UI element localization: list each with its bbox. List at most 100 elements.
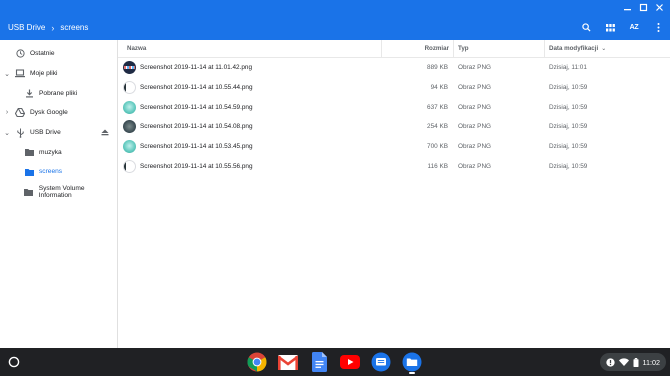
gmail-app[interactable] xyxy=(277,351,299,373)
file-type: Obraz PNG xyxy=(458,162,492,170)
sort-az-icon: AZ xyxy=(629,24,639,31)
sidebar-item-label: System Volume Information xyxy=(38,184,85,199)
sidebar-item-label: muzyka xyxy=(39,148,62,156)
file-date: Dzisiaj, 10:59 xyxy=(549,162,588,170)
chevron-right-icon[interactable]: › xyxy=(3,109,11,116)
breadcrumb-screens[interactable]: screens xyxy=(60,23,88,32)
sidebar-item-muzyka[interactable]: muzyka xyxy=(0,142,117,162)
chevron-right-icon: › xyxy=(51,22,55,33)
column-header-type[interactable]: Typ xyxy=(453,39,544,58)
toolbar: USB Drive › screens AZ xyxy=(0,15,670,40)
messages-icon xyxy=(371,352,391,372)
file-type: Obraz PNG xyxy=(458,143,492,151)
gmail-icon xyxy=(278,354,298,370)
launcher-button[interactable] xyxy=(7,355,21,369)
column-header-size[interactable]: Rozmiar xyxy=(381,39,453,58)
image-thumbnail xyxy=(123,120,136,134)
file-date: Dzisiaj, 11:01 xyxy=(549,64,587,72)
file-name: Screenshot 2019-11-14 at 10.54.59.png xyxy=(140,103,253,111)
file-size: 116 KB xyxy=(427,162,449,170)
file-type: Obraz PNG xyxy=(458,64,492,72)
image-thumbnail xyxy=(123,100,136,114)
table-row[interactable]: Screenshot 2019-11-14 at 10.55.44.png 94… xyxy=(118,78,670,98)
sidebar-item-screens[interactable]: screens xyxy=(0,162,117,182)
clock-icon xyxy=(15,49,25,59)
chevron-down-icon[interactable]: ⌄ xyxy=(3,70,11,78)
file-type: Obraz PNG xyxy=(458,84,492,92)
file-name: Screenshot 2019-11-14 at 10.55.44.png xyxy=(140,84,253,92)
close-button[interactable] xyxy=(652,1,666,15)
file-name: Screenshot 2019-11-14 at 10.55.56.png xyxy=(140,162,253,170)
launcher-icon xyxy=(8,356,20,368)
image-thumbnail xyxy=(123,159,136,173)
laptop-icon xyxy=(15,69,25,79)
more-options-button[interactable] xyxy=(646,15,670,40)
search-button[interactable] xyxy=(574,15,598,40)
column-header-name[interactable]: Nazwa xyxy=(118,45,381,52)
file-type: Obraz PNG xyxy=(458,123,492,131)
files-app[interactable] xyxy=(401,351,423,374)
table-row[interactable]: Screenshot 2019-11-14 at 10.55.56.png 11… xyxy=(118,156,670,176)
clock-time: 11:02 xyxy=(642,357,660,367)
file-name: Screenshot 2019-11-14 at 10.54.08.png xyxy=(140,123,253,131)
table-row[interactable]: Screenshot 2019-11-14 at 10.54.08.png 25… xyxy=(118,117,670,137)
sidebar-item-usb-drive[interactable]: ⌄ USB Drive xyxy=(0,123,117,143)
usb-icon xyxy=(15,128,25,138)
sidebar-item-label: screens xyxy=(39,168,63,176)
search-icon xyxy=(581,23,591,32)
file-name: Screenshot 2019-11-14 at 11.01.42.png xyxy=(140,64,253,72)
youtube-app[interactable] xyxy=(339,351,361,373)
table-row[interactable]: Screenshot 2019-11-14 at 10.54.59.png 63… xyxy=(118,97,670,117)
close-icon xyxy=(655,4,663,11)
file-date: Dzisiaj, 10:59 xyxy=(549,123,588,131)
folder-icon xyxy=(24,167,34,177)
sidebar: Ostatnie ⌄ Moje pliki Pobrane pliki › Dy… xyxy=(0,40,118,348)
sidebar-item-label: Moje pliki xyxy=(30,70,58,78)
table-row[interactable]: Screenshot 2019-11-14 at 10.53.45.png 70… xyxy=(118,137,670,157)
messages-app[interactable] xyxy=(370,351,392,373)
folder-icon xyxy=(24,187,34,197)
more-vert-icon xyxy=(657,23,659,32)
files-app-window: USB Drive › screens AZ Ostatnie ⌄ Moje p… xyxy=(0,0,670,348)
maximize-icon xyxy=(639,3,647,12)
docs-icon xyxy=(311,352,327,372)
sidebar-item-label: USB Drive xyxy=(30,129,61,137)
file-list: Nazwa Rozmiar Typ Data modyfikacji ⌄ Scr… xyxy=(118,39,670,348)
sidebar-item-downloads[interactable]: Pobrane pliki xyxy=(0,83,117,103)
battery-icon xyxy=(633,357,639,367)
sidebar-item-label: Ostatnie xyxy=(30,50,55,58)
image-thumbnail xyxy=(123,81,136,95)
wifi-icon xyxy=(618,358,629,366)
eject-icon[interactable] xyxy=(101,129,109,136)
shelf: 11:02 xyxy=(0,348,670,376)
sidebar-item-google-drive[interactable]: › Dysk Google xyxy=(0,103,117,123)
files-icon xyxy=(402,352,422,372)
chrome-app[interactable] xyxy=(246,351,268,373)
download-icon xyxy=(24,88,34,98)
file-date: Dzisiaj, 10:59 xyxy=(549,103,588,111)
column-header-date[interactable]: Data modyfikacji ⌄ xyxy=(544,39,670,58)
status-tray[interactable]: 11:02 xyxy=(599,353,666,371)
sidebar-item-label: Dysk Google xyxy=(30,109,68,117)
breadcrumb: USB Drive › screens xyxy=(8,23,574,33)
table-row[interactable]: Screenshot 2019-11-14 at 11.01.42.png 88… xyxy=(118,58,670,78)
sidebar-item-system-volume-information[interactable]: System Volume Information xyxy=(0,182,117,202)
sort-button[interactable]: AZ xyxy=(622,15,646,40)
chevron-down-icon[interactable]: ⌄ xyxy=(3,129,11,137)
maximize-button[interactable] xyxy=(636,1,650,15)
shelf-apps xyxy=(246,351,423,374)
minimize-button[interactable] xyxy=(620,1,634,15)
notification-icon xyxy=(605,357,615,367)
chrome-icon xyxy=(247,352,267,372)
grid-view-button[interactable] xyxy=(598,15,622,40)
sort-arrow-icon: ⌄ xyxy=(601,45,607,52)
file-size: 94 KB xyxy=(430,84,448,92)
sidebar-item-my-files[interactable]: ⌄ Moje pliki xyxy=(0,64,117,84)
docs-app[interactable] xyxy=(308,351,330,373)
file-date: Dzisiaj, 10:59 xyxy=(549,84,588,92)
sidebar-item-recent[interactable]: Ostatnie xyxy=(0,44,117,64)
column-header-date-label: Data modyfikacji xyxy=(549,45,599,52)
file-name: Screenshot 2019-11-14 at 10.53.45.png xyxy=(140,143,253,151)
breadcrumb-usb-drive[interactable]: USB Drive xyxy=(8,23,45,32)
file-size: 700 KB xyxy=(427,143,448,151)
